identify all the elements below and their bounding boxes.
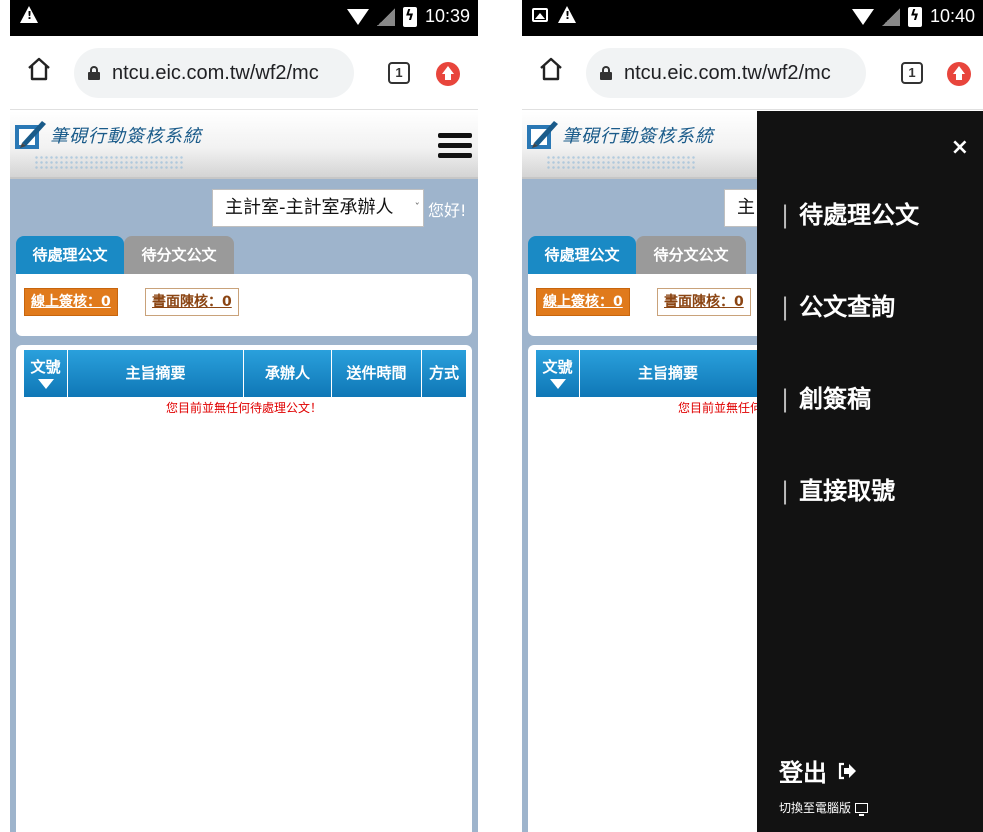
update-icon[interactable]	[436, 62, 460, 86]
logo[interactable]: 筆硯行動簽核系統	[12, 117, 202, 153]
signal-icon	[376, 7, 395, 26]
right-screen: 10:40 ntcu.eic.com.tw/wf2/mc 1 筆硯行動簽核系統 …	[522, 0, 983, 832]
hamburger-menu-icon[interactable]	[438, 133, 472, 159]
column-doc-no-label: 文號	[30, 358, 61, 376]
drawer-item-pending-documents[interactable]: | 待處理公文	[781, 195, 919, 230]
navigation-drawer: × | 待處理公文 | 公文查詢 | 創簽稿 | 直接取號 登出 切換至電腦版	[757, 111, 983, 832]
column-method[interactable]: 方式	[422, 350, 466, 397]
paper-approval-count-link[interactable]: 書面陳核：0	[145, 288, 239, 316]
tab-pending-documents[interactable]: 待處理公文	[16, 236, 124, 274]
divider-bar: |	[781, 201, 790, 229]
drawer-item-document-search[interactable]: | 公文查詢	[781, 287, 895, 322]
close-icon[interactable]: ×	[951, 135, 969, 160]
drawer-item-label: 待處理公文	[799, 201, 920, 229]
role-select[interactable]: 主計室-主計室承辦人 ˇ	[212, 189, 424, 227]
home-icon[interactable]	[538, 56, 564, 82]
column-doc-no[interactable]: 文號	[24, 350, 68, 397]
switch-to-desktop-link[interactable]: 切換至電腦版	[779, 799, 869, 816]
sign-out-icon	[838, 762, 856, 779]
status-time: 10:39	[424, 6, 470, 26]
pen-logo-icon	[527, 121, 558, 149]
column-subject[interactable]: 主旨摘要	[580, 350, 756, 397]
address-bar[interactable]: ntcu.eic.com.tw/wf2/mc	[74, 48, 354, 98]
site-header: 筆硯行動簽核系統	[10, 111, 478, 179]
column-doc-no-label: 文號	[542, 358, 573, 376]
table-header: 文號 主旨摘要 承辦人 送件時間 方式	[24, 350, 466, 397]
counter-panel: 線上簽核：0 書面陳核：0	[16, 274, 472, 336]
column-subject[interactable]: 主旨摘要	[68, 350, 244, 397]
switch-desktop-label: 切換至電腦版	[779, 801, 852, 815]
tab-switcher-button[interactable]: 1	[388, 62, 410, 84]
status-bar: 10:39	[10, 0, 478, 36]
logo[interactable]: 筆硯行動簽核系統	[524, 117, 714, 153]
monitor-icon	[855, 802, 869, 816]
wifi-icon	[851, 8, 874, 25]
browser-toolbar: ntcu.eic.com.tw/wf2/mc 1	[10, 36, 478, 110]
lock-icon	[600, 66, 612, 80]
sort-down-icon	[37, 379, 54, 389]
tab-unassigned-documents[interactable]: 待分文公文	[124, 236, 234, 274]
column-doc-no[interactable]: 文號	[536, 350, 580, 397]
battery-charging-icon	[402, 6, 417, 27]
image-notification-icon	[532, 7, 548, 22]
paper-approval-count-link[interactable]: 書面陳核：0	[657, 288, 751, 316]
address-bar[interactable]: ntcu.eic.com.tw/wf2/mc	[586, 48, 866, 98]
site-title: 筆硯行動簽核系統	[50, 126, 202, 147]
tab-unassigned-documents[interactable]: 待分文公文	[636, 236, 746, 274]
warning-icon	[558, 6, 576, 23]
logout-button[interactable]: 登出	[779, 753, 857, 788]
status-time: 10:40	[929, 6, 975, 26]
drawer-item-get-number[interactable]: | 直接取號	[781, 471, 895, 506]
role-select-value: 主	[737, 197, 755, 218]
drawer-item-label: 創簽稿	[799, 385, 872, 413]
logo-decoration	[34, 155, 184, 171]
logo-decoration	[546, 155, 696, 171]
update-icon[interactable]	[947, 62, 971, 86]
column-handler[interactable]: 承辦人	[244, 350, 332, 397]
role-select-value: 主計室-主計室承辦人	[225, 197, 394, 218]
pen-logo-icon	[15, 121, 46, 149]
site-title: 筆硯行動簽核系統	[562, 126, 714, 147]
column-send-time[interactable]: 送件時間	[332, 350, 422, 397]
browser-toolbar: ntcu.eic.com.tw/wf2/mc 1	[522, 36, 983, 110]
wifi-icon	[346, 8, 369, 25]
url-text: ntcu.eic.com.tw/wf2/mc	[624, 61, 831, 84]
online-approval-count-link[interactable]: 線上簽核：0	[536, 288, 630, 316]
empty-message: 您目前並無任何待處理公文！	[165, 401, 322, 415]
divider-bar: |	[781, 385, 790, 413]
divider-bar: |	[781, 293, 790, 321]
status-bar: 10:40	[522, 0, 983, 36]
warning-icon	[20, 6, 38, 23]
greeting-text: 您好!	[428, 201, 467, 220]
drawer-item-create-draft[interactable]: | 創簽稿	[781, 379, 871, 414]
lock-icon	[88, 66, 100, 80]
divider-bar: |	[781, 477, 790, 505]
sort-down-icon	[549, 379, 566, 389]
drawer-item-label: 公文查詢	[799, 293, 896, 321]
documents-table: 文號 主旨摘要 承辦人 送件時間 方式 您目前並無任何待處理公文！	[16, 345, 472, 832]
online-approval-count-link[interactable]: 線上簽核：0	[24, 288, 118, 316]
tab-pending-documents[interactable]: 待處理公文	[528, 236, 636, 274]
chevron-down-icon: ˇ	[414, 201, 421, 214]
signal-icon	[881, 7, 900, 26]
home-icon[interactable]	[26, 56, 52, 82]
page-body: 主計室-主計室承辦人 ˇ 您好! 待處理公文 待分文公文 線上簽核：0 書面陳核…	[10, 179, 478, 832]
tab-switcher-button[interactable]: 1	[901, 62, 923, 84]
drawer-item-label: 直接取號	[799, 477, 896, 505]
left-screen: 10:39 ntcu.eic.com.tw/wf2/mc 1 筆硯行動簽核系統 …	[10, 0, 478, 832]
battery-charging-icon	[907, 6, 922, 27]
url-text: ntcu.eic.com.tw/wf2/mc	[112, 61, 319, 84]
logout-label: 登出	[779, 759, 827, 787]
